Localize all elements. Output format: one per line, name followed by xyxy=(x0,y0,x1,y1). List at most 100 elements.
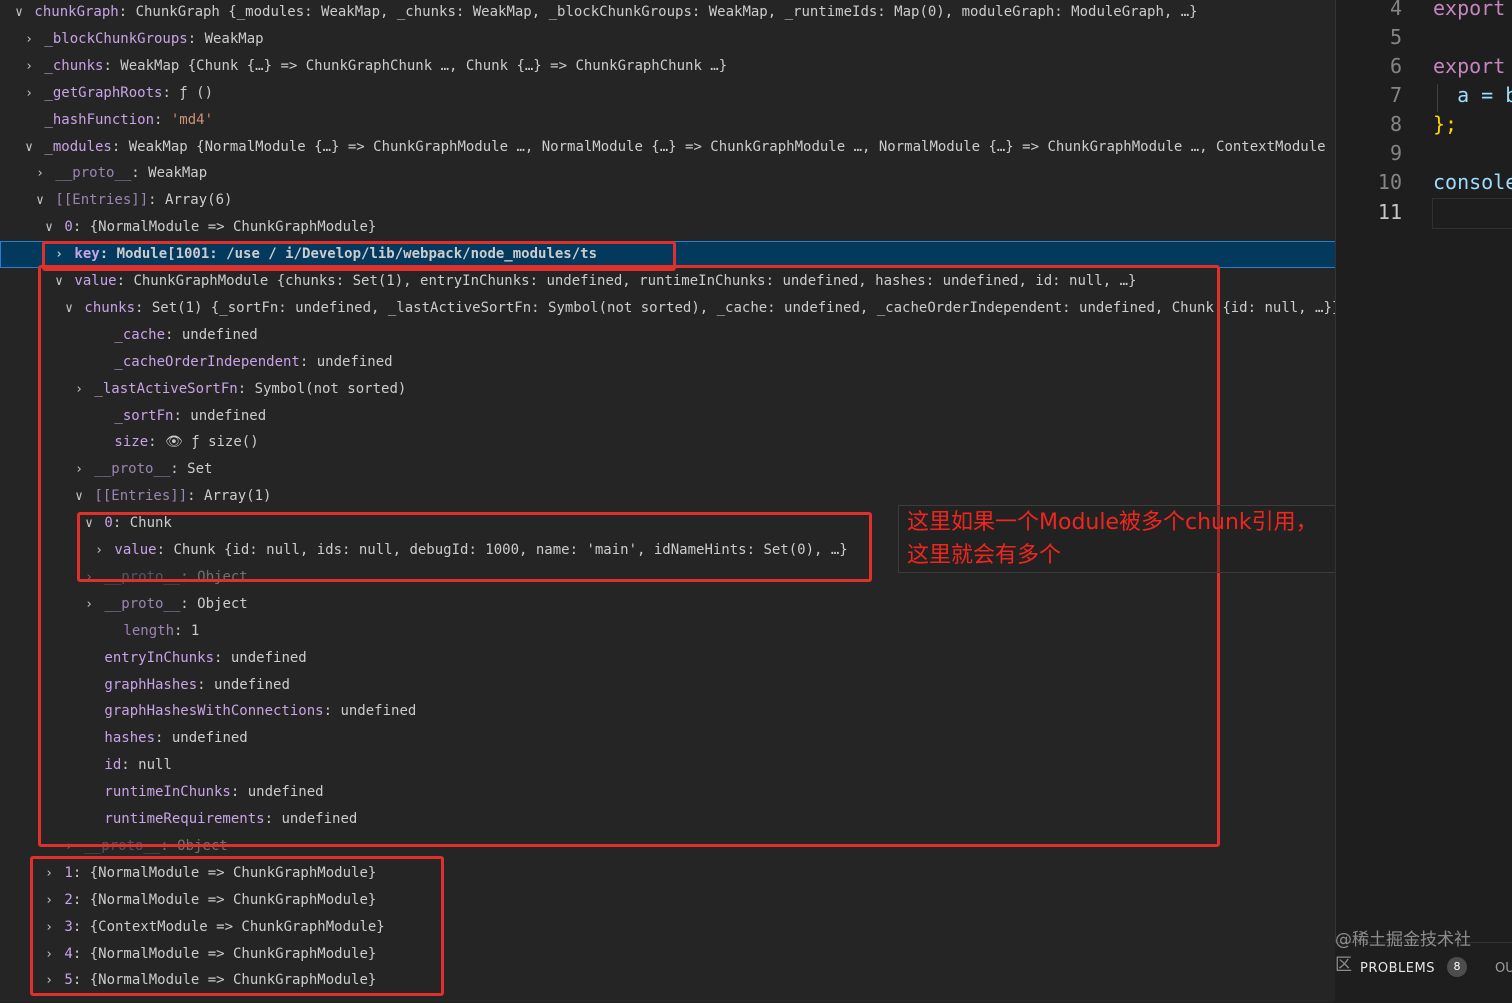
chevron-right-icon[interactable]: › xyxy=(52,241,66,268)
tree-row[interactable]: › __proto__: Set xyxy=(0,456,1335,483)
tree-row[interactable]: ∨ value: ChunkGraphModule {chunks: Set(1… xyxy=(0,268,1335,295)
tree-row[interactable]: › 2: {NormalModule => ChunkGraphModule} xyxy=(0,887,1335,914)
chevron-right-icon[interactable]: › xyxy=(42,887,56,914)
tree-row[interactable]: › _getGraphRoots: ƒ () xyxy=(0,80,1335,107)
tree-row[interactable]: runtimeRequirements: undefined xyxy=(0,806,1335,833)
tree-row[interactable]: ∨ chunkGraph: ChunkGraph {_modules: Weak… xyxy=(0,0,1335,26)
property-value: ChunkGraph {_modules: WeakMap, _chunks: … xyxy=(135,4,1198,20)
chevron-down-icon[interactable]: ∨ xyxy=(42,214,56,241)
tree-row[interactable]: › _lastActiveSortFn: Symbol(not sorted) xyxy=(0,376,1335,403)
chevron-right-icon[interactable]: › xyxy=(62,833,76,860)
key-separator: : xyxy=(72,864,90,881)
property-key: chunkGraph xyxy=(26,4,119,20)
tab-output[interactable]: OU xyxy=(1495,961,1512,976)
code-line[interactable]: console xyxy=(1433,168,1512,197)
property-value: WeakMap {NormalModule {…} => ChunkGraphM… xyxy=(128,138,1335,155)
key-separator: : xyxy=(148,192,166,209)
property-value: Object xyxy=(197,595,248,612)
chevron-down-icon[interactable]: ∨ xyxy=(22,134,36,161)
tree-row[interactable]: _sortFn: undefined xyxy=(0,403,1335,430)
tree-row[interactable]: length: 1 xyxy=(0,618,1335,645)
code-line[interactable]: }; xyxy=(1433,110,1457,139)
key-separator: : xyxy=(121,757,139,774)
chevron-down-icon[interactable]: ∨ xyxy=(12,0,26,26)
property-value: undefined xyxy=(214,676,290,693)
key-separator: : xyxy=(116,273,134,289)
tree-row[interactable]: graphHashesWithConnections: undefined xyxy=(0,698,1335,725)
chevron-right-icon[interactable]: › xyxy=(72,376,86,403)
tree-row[interactable]: _cache: undefined xyxy=(0,322,1335,349)
chevron-right-icon[interactable]: › xyxy=(42,967,56,994)
tree-row[interactable]: entryInChunks: undefined xyxy=(0,645,1335,672)
chevron-right-icon[interactable]: › xyxy=(22,53,36,80)
chevron-right-icon[interactable]: › xyxy=(82,591,96,618)
key-separator: : xyxy=(173,407,191,424)
code-editor[interactable]: 4 export 5 6 export 7 a = b 8 }; 9 10 co… xyxy=(1335,0,1512,1002)
tree-row[interactable]: › __proto__: Object xyxy=(0,833,1335,860)
key-separator: : xyxy=(72,918,90,935)
property-key: [[Entries]] xyxy=(86,488,188,505)
chevron-right-icon[interactable]: › xyxy=(33,160,47,187)
property-value: undefined xyxy=(247,784,324,801)
property-value: ChunkGraphModule {chunks: Set(1), entryI… xyxy=(133,273,1137,289)
tree-row[interactable]: hashes: undefined xyxy=(0,725,1335,752)
tree-row[interactable]: › __proto__: Object xyxy=(0,591,1335,618)
tree-row[interactable]: › key: Module[1001: /use / i/Develop/lib… xyxy=(0,241,1335,269)
property-key: 0 xyxy=(56,219,73,236)
tree-row[interactable]: › 3: {ContextModule => ChunkGraphModule} xyxy=(0,914,1335,941)
tree-row[interactable]: › 4: {NormalModule => ChunkGraphModule} xyxy=(0,941,1335,968)
chevron-down-icon[interactable]: ∨ xyxy=(33,187,47,214)
chevron-right-icon[interactable]: › xyxy=(92,537,106,564)
chevron-right-icon[interactable]: › xyxy=(42,941,56,968)
property-key: _chunks xyxy=(36,57,104,74)
property-key: __proto__ xyxy=(76,837,161,854)
code-line[interactable]: export xyxy=(1433,0,1505,23)
annotation-line-1: 这里如果一个Module被多个chunk引用， xyxy=(907,510,1318,535)
code-line[interactable]: a = b xyxy=(1433,81,1512,110)
property-key: value xyxy=(106,542,157,558)
tree-row[interactable]: graphHashes: undefined xyxy=(0,672,1335,699)
property-key: size xyxy=(106,434,149,451)
tree-row[interactable]: › 1: {NormalModule => ChunkGraphModule} xyxy=(0,860,1335,887)
chevron-right-icon[interactable]: › xyxy=(22,80,36,107)
chevron-right-icon[interactable]: › xyxy=(42,860,56,887)
property-key: 4 xyxy=(56,945,73,962)
key-separator: : xyxy=(72,972,90,989)
tree-row[interactable]: _cacheOrderIndependent: undefined xyxy=(0,349,1335,376)
tree-row[interactable]: size: 👁 ƒ size() xyxy=(0,429,1335,456)
tree-row[interactable]: _hashFunction: 'md4' xyxy=(0,107,1335,134)
property-value: WeakMap {Chunk {…} => ChunkGraphChunk …,… xyxy=(120,57,728,74)
property-value: 👁 ƒ size() xyxy=(165,434,259,451)
code-line[interactable]: export xyxy=(1433,52,1505,81)
property-key: 3 xyxy=(56,918,73,935)
chevron-down-icon[interactable]: ∨ xyxy=(62,295,76,322)
chevron-right-icon[interactable]: › xyxy=(72,456,86,483)
tree-row[interactable]: › 5: {NormalModule => ChunkGraphModule} xyxy=(0,967,1335,994)
key-separator: : xyxy=(197,676,215,693)
tree-row[interactable]: › __proto__: WeakMap xyxy=(0,160,1335,187)
chevron-right-icon[interactable]: › xyxy=(22,26,36,53)
debug-variables-tree: ∨ chunkGraph: ChunkGraph {_modules: Weak… xyxy=(0,0,1335,1002)
key-separator: : xyxy=(180,568,198,585)
tree-row[interactable]: › _blockChunkGroups: WeakMap xyxy=(0,26,1335,53)
tree-row[interactable]: id: null xyxy=(0,752,1335,779)
key-separator: : xyxy=(187,488,205,505)
tree-row[interactable]: ∨ chunks: Set(1) {_sortFn: undefined, _l… xyxy=(0,295,1335,322)
tree-row[interactable]: ∨ [[Entries]]: Array(6) xyxy=(0,187,1335,214)
chevron-right-icon[interactable]: › xyxy=(82,564,96,591)
tree-row[interactable]: ∨ _modules: WeakMap {NormalModule {…} =>… xyxy=(0,134,1335,161)
tree-row[interactable]: runtimeInChunks: undefined xyxy=(0,779,1335,806)
chevron-down-icon[interactable]: ∨ xyxy=(52,268,66,295)
chevron-right-icon[interactable]: › xyxy=(42,914,56,941)
chevron-down-icon[interactable]: ∨ xyxy=(72,483,86,510)
property-value: {NormalModule => ChunkGraphModule} xyxy=(89,972,377,989)
tree-row[interactable]: ∨ 0: {NormalModule => ChunkGraphModule} xyxy=(0,214,1335,241)
property-value: 'md4' xyxy=(170,111,214,128)
property-key: _modules xyxy=(36,138,112,155)
tree-row[interactable]: › _chunks: WeakMap {Chunk {…} => ChunkGr… xyxy=(0,53,1335,80)
chevron-down-icon[interactable]: ∨ xyxy=(82,510,96,537)
key-separator: : xyxy=(72,891,90,908)
annotation-line-2: 这里就会有多个 xyxy=(907,543,1062,568)
property-key: id xyxy=(96,757,122,774)
key-separator: : xyxy=(174,622,191,639)
